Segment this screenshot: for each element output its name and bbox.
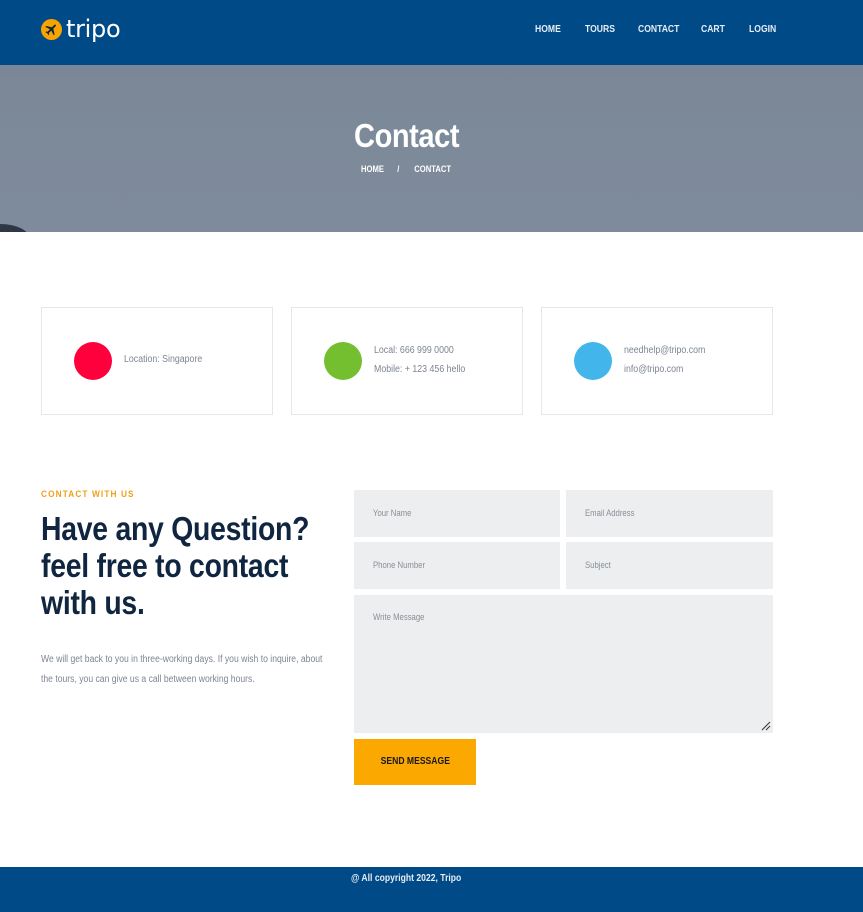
section-heading: Have any Question? feel free to contact … [41, 510, 310, 621]
email-info[interactable]: info@tripo.com [624, 364, 683, 375]
location-text: Location: Singapore [124, 354, 203, 365]
send-message-label: SEND MESSAGE [380, 756, 450, 767]
logo[interactable]: tripo [41, 15, 121, 43]
breadcrumb-separator: / [397, 164, 400, 174]
email-placeholder: Email Address [585, 508, 635, 518]
main-nav: HOME TOURS CONTACT CART LOGIN [535, 24, 795, 38]
email-help[interactable]: needhelp@tripo.com [624, 345, 705, 356]
copyright-label: @ All copyright 2022, Tripo [351, 873, 462, 884]
breadcrumb-current: CONTACT [414, 164, 452, 174]
phone-icon [324, 342, 362, 380]
message-placeholder: Write Message [373, 612, 425, 622]
nav-cart[interactable]: CART [701, 24, 725, 35]
page-banner: Contact HOME / CONTACT [0, 65, 863, 232]
plane-icon [41, 18, 62, 40]
name-placeholder: Your Name [373, 508, 412, 518]
phone-local: Local: 666 999 0000 [374, 345, 454, 356]
nav-contact[interactable]: CONTACT [638, 24, 679, 35]
send-message-button[interactable]: SEND MESSAGE [354, 739, 476, 785]
heading-line: feel free to contact [41, 547, 289, 584]
top-navbar: tripo HOME TOURS CONTACT CART LOGIN [0, 0, 863, 65]
copyright-text: @ All copyright 2022, Tripo [0, 873, 813, 884]
phone-card: Local: 666 999 0000 Mobile: + 123 456 he… [291, 307, 523, 415]
location-card: Location: Singapore [41, 307, 273, 415]
phone-placeholder: Phone Number [373, 560, 426, 570]
nav-tours[interactable]: TOURS [585, 24, 615, 35]
email-card: needhelp@tripo.com info@tripo.com [541, 307, 773, 415]
page-title: Contact [354, 117, 460, 154]
resize-handle-icon[interactable] [761, 721, 771, 731]
phone-mobile: Mobile: + 123 456 hello [374, 364, 466, 375]
heading-line: with us. [41, 584, 145, 621]
breadcrumb-home[interactable]: HOME [361, 164, 384, 174]
subject-placeholder: Subject [585, 560, 611, 570]
footer: @ All copyright 2022, Tripo [0, 867, 863, 912]
section-paragraph: We will get back to you in three-working… [41, 654, 323, 685]
message-field[interactable]: Write Message [354, 595, 773, 733]
location-icon [74, 342, 112, 380]
nav-home[interactable]: HOME [535, 24, 561, 35]
subject-field[interactable]: Subject [566, 542, 773, 589]
section-eyebrow: CONTACT WITH US [41, 489, 135, 499]
heading-line: Have any Question? [41, 510, 310, 547]
phone-field[interactable]: Phone Number [354, 542, 560, 589]
breadcrumb: HOME / CONTACT [0, 164, 813, 174]
email-icon [574, 342, 612, 380]
email-field[interactable]: Email Address [566, 490, 773, 537]
logo-text: tripo [66, 15, 121, 43]
name-field[interactable]: Your Name [354, 490, 560, 537]
nav-login[interactable]: LOGIN [749, 24, 776, 35]
